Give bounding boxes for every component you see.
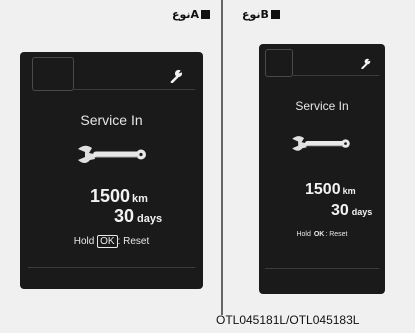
panel-type-a: نوعA Service In 1500 km 30 days Hold OK: R… bbox=[0, 0, 220, 300]
type-a-label: نوعA bbox=[172, 8, 210, 21]
distance-unit: km bbox=[132, 193, 148, 205]
ok-button-label: OK bbox=[313, 231, 325, 238]
wrench-icon bbox=[170, 69, 183, 83]
ok-button-label: OK bbox=[97, 235, 118, 248]
panel-divider bbox=[221, 0, 223, 315]
type-b-label-text: نوعB bbox=[242, 8, 269, 21]
wrench-icon bbox=[361, 58, 371, 69]
days-readout: 30 days bbox=[114, 206, 162, 227]
hold-ok-reset-hint: Hold OK: Reset bbox=[20, 235, 203, 248]
days-unit: days bbox=[137, 213, 163, 225]
image-reference-code: OTL045181L/OTL045183L bbox=[216, 313, 360, 327]
display-bottom-rule bbox=[28, 267, 195, 268]
days-readout: 30 days bbox=[331, 202, 372, 220]
reset-label: : Reset bbox=[325, 231, 348, 238]
cluster-display-a: Service In 1500 km 30 days Hold OK: Reset bbox=[20, 52, 203, 289]
distance-unit: km bbox=[342, 186, 356, 196]
hold-label: Hold bbox=[296, 231, 311, 238]
display-top-rule bbox=[293, 75, 379, 76]
spanner-icon bbox=[78, 145, 146, 163]
type-a-marker-icon bbox=[201, 10, 210, 19]
distance-value: 1500 bbox=[305, 181, 341, 198]
hold-ok-reset-hint: Hold OK: Reset bbox=[259, 231, 385, 239]
type-b-label: نوعB bbox=[242, 8, 280, 21]
distance-readout: 1500 km bbox=[90, 186, 148, 207]
type-a-label-text: نوعA bbox=[171, 8, 199, 21]
distance-value: 1500 bbox=[90, 186, 131, 206]
display-top-rule bbox=[74, 89, 195, 90]
service-in-title: Service In bbox=[295, 99, 349, 113]
cluster-display-b: Service In 1500 km 30 days Hold OK: Reset bbox=[259, 44, 385, 294]
type-b-marker-icon bbox=[270, 10, 280, 19]
display-bottom-rule bbox=[265, 268, 379, 269]
distance-readout: 1500 km bbox=[305, 181, 356, 199]
spanner-icon bbox=[292, 136, 350, 151]
panel-type-b: نوعB Service In 1500 km 30 days Hold OK: R… bbox=[224, 0, 415, 300]
days-value: 30 bbox=[331, 202, 349, 219]
display-corner-box bbox=[265, 49, 293, 77]
hold-label: Hold bbox=[73, 236, 95, 247]
days-unit: days bbox=[351, 207, 373, 217]
reset-label: : Reset bbox=[117, 236, 150, 247]
display-corner-box bbox=[32, 57, 74, 91]
days-value: 30 bbox=[114, 206, 135, 226]
service-in-title: Service In bbox=[80, 112, 143, 128]
